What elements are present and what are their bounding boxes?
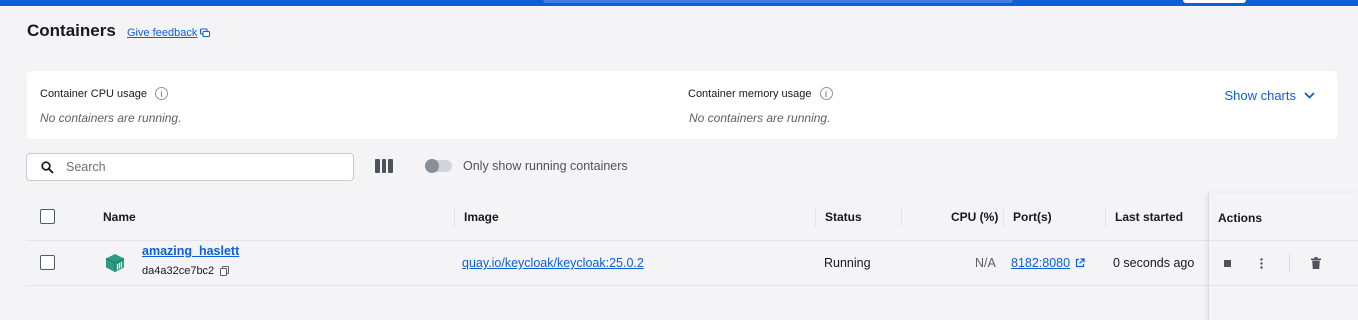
top-app-bar [0,0,1358,6]
column-header-cpu[interactable]: CPU (%) [951,210,998,224]
column-bar [388,159,394,173]
container-status: Running [824,256,871,270]
column-header-last-started[interactable]: Last started [1115,210,1183,224]
container-cpu: N/A [975,256,996,270]
info-circle-icon[interactable]: i [155,87,169,100]
row-checkbox[interactable] [40,255,55,270]
container-cube-icon [105,254,125,272]
running-only-toggle[interactable] [425,159,452,173]
column-divider [1003,207,1004,227]
container-last-started: 0 seconds ago [1113,256,1195,270]
search-field[interactable] [26,153,354,181]
copy-icon[interactable] [220,266,230,276]
memory-usage-label: Container memory usage i [688,87,833,100]
show-charts-label: Show charts [1224,88,1296,103]
actions-column: Actions [1208,193,1358,320]
action-divider [1289,254,1290,272]
container-name-link[interactable]: amazing_haslett [142,244,239,258]
stop-icon [1223,259,1231,267]
give-feedback-label: Give feedback [127,27,198,39]
chat-bubble-icon [200,28,211,38]
column-divider [454,207,455,227]
show-charts-button[interactable]: Show charts [1224,88,1315,103]
external-link-icon [1075,258,1085,268]
container-id: da4a32ce7bc2 [142,265,230,277]
container-ports[interactable]: 8182:8080 [1011,256,1085,270]
trash-icon [1311,257,1321,269]
column-header-name[interactable]: Name [103,210,136,224]
column-header-status[interactable]: Status [825,210,862,224]
page-title: Containers [27,21,116,40]
top-bar-button[interactable] [1183,0,1246,3]
chevron-down-icon [1304,92,1315,99]
cpu-usage-label: Container CPU usage i [40,87,169,100]
column-divider [815,207,816,227]
cpu-usage-label-text: Container CPU usage [40,87,148,100]
column-bar [381,159,387,173]
header-divider [26,240,1208,241]
usage-stats-card: Container CPU usage i No containers are … [27,71,1337,139]
column-divider [1105,207,1106,227]
toggle-knob [425,159,439,173]
cpu-usage-empty: No containers are running. [40,111,182,125]
row-divider [1209,285,1358,286]
port-link[interactable]: 8182:8080 [1011,256,1070,270]
columns-icon[interactable] [375,159,394,173]
memory-usage-empty: No containers are running. [689,111,831,125]
search-input[interactable] [66,160,326,174]
more-vertical-icon [1259,257,1263,269]
running-only-label: Only show running containers [463,159,628,173]
container-id-text: da4a32ce7bc2 [142,265,215,277]
select-all-checkbox[interactable] [40,209,55,224]
give-feedback-link[interactable]: Give feedback [127,27,211,39]
more-actions-button[interactable] [1252,254,1270,272]
search-icon [41,160,54,174]
header-divider [1209,240,1358,241]
stop-button[interactable] [1218,254,1236,272]
memory-usage-label-text: Container memory usage [688,87,812,100]
global-search-bar[interactable] [543,0,1013,3]
row-divider [26,285,1208,286]
delete-button[interactable] [1307,254,1325,272]
column-bar [375,159,380,173]
column-header-actions: Actions [1218,211,1263,225]
container-image-link[interactable]: quay.io/keycloak/keycloak:25.0.2 [462,256,644,270]
column-header-image[interactable]: Image [464,210,499,224]
column-divider [901,207,902,227]
column-header-ports[interactable]: Port(s) [1013,210,1052,224]
info-circle-icon[interactable]: i [819,87,833,100]
